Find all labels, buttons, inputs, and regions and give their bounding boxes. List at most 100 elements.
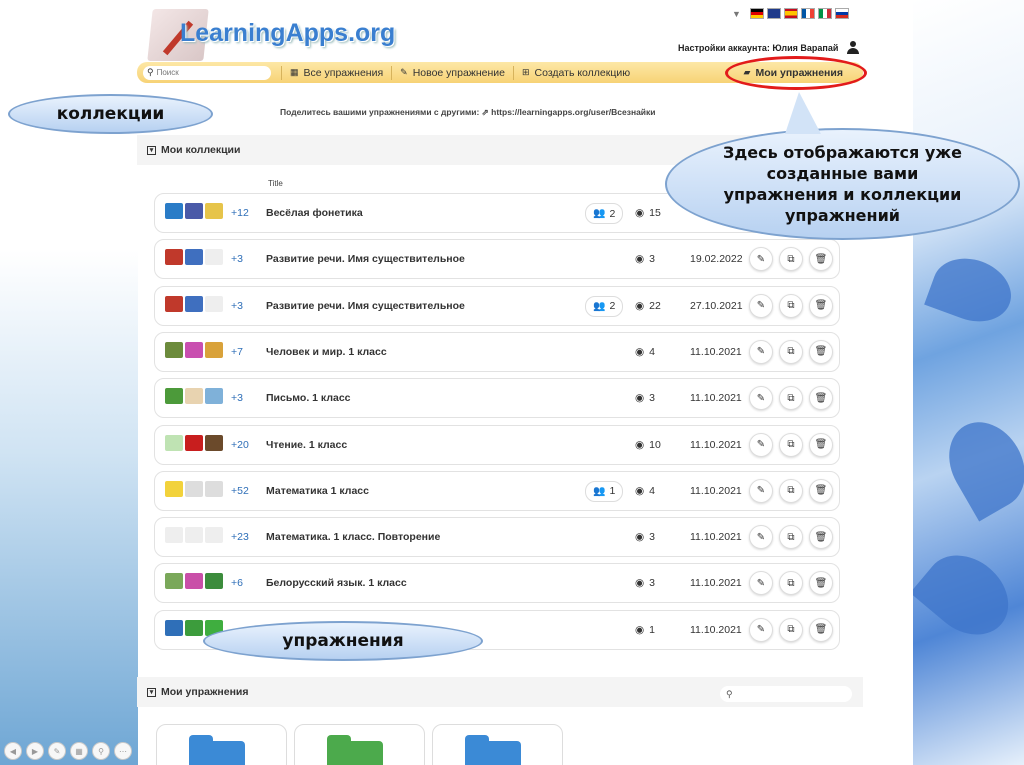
- collection-row[interactable]: +23 Математика. 1 класс. Повторение ◉ 3 1…: [154, 517, 840, 558]
- edit-icon[interactable]: ✎: [749, 478, 773, 503]
- collapse-icon[interactable]: ▾: [147, 687, 156, 697]
- flag-es-icon[interactable]: [783, 8, 798, 19]
- flag-gb-icon[interactable]: [766, 8, 781, 19]
- collection-thumbnail: [185, 341, 203, 358]
- nav-create-collection[interactable]: ⊞ Создать коллекцию: [512, 65, 638, 80]
- delete-icon[interactable]: 🗑: [809, 386, 833, 411]
- collection-thumbnails: [165, 480, 223, 497]
- nav-all-exercises[interactable]: ▦ Все упражнения: [281, 65, 391, 80]
- views-counter: ◉ 1: [635, 624, 675, 636]
- edit-icon[interactable]: ✎: [749, 339, 773, 364]
- delete-icon[interactable]: 🗑: [809, 478, 833, 503]
- collection-thumbnail: [185, 619, 203, 636]
- delete-icon[interactable]: 🗑: [809, 525, 833, 550]
- logo[interactable]: LearningApps.org: [147, 5, 398, 63]
- chevron-down-icon[interactable]: ▼: [732, 9, 741, 19]
- account-settings[interactable]: Настройки аккаунта: Юлия Варапай: [678, 41, 860, 55]
- delete-icon[interactable]: 🗑: [809, 571, 833, 596]
- flag-ru-icon[interactable]: [834, 8, 849, 19]
- collection-title[interactable]: Чтение. 1 класс: [266, 439, 347, 451]
- delete-icon[interactable]: 🗑: [809, 339, 833, 364]
- collection-thumbnail: [205, 249, 223, 266]
- views-count: 4: [649, 345, 656, 358]
- collection-row[interactable]: +20 Чтение. 1 класс ◉ 10 11.10.2021 ✎ ⧉ 🗑: [154, 424, 840, 465]
- collection-thumbnail: [165, 434, 183, 451]
- collection-extra-count: +23: [231, 531, 249, 544]
- exercises-section-title: Мои упражнения: [161, 686, 249, 698]
- collection-date: 19.02.2022: [690, 253, 743, 266]
- flag-it-icon[interactable]: [817, 8, 832, 19]
- edit-icon[interactable]: ✎: [749, 386, 773, 411]
- copy-icon[interactable]: ⧉: [779, 293, 803, 318]
- search-input[interactable]: ⚲ Поиск: [143, 65, 271, 80]
- views-counter: ◉ 3: [635, 577, 675, 589]
- collection-row[interactable]: +3 Письмо. 1 класс ◉ 3 11.10.2021 ✎ ⧉ 🗑: [154, 378, 840, 419]
- collection-title[interactable]: Весёлая фонетика: [266, 207, 363, 219]
- collection-title[interactable]: Развитие речи. Имя существительное: [266, 300, 465, 312]
- delete-icon[interactable]: 🗑: [809, 617, 833, 642]
- flag-de-icon[interactable]: [749, 8, 764, 19]
- collection-title[interactable]: Белорусский язык. 1 класс: [266, 577, 407, 589]
- shared-users-badge[interactable]: 👥 2: [585, 203, 624, 224]
- grid-icon[interactable]: ▦: [70, 742, 88, 760]
- collection-title[interactable]: Математика. 1 класс. Повторение: [266, 531, 440, 543]
- collection-title[interactable]: Математика 1 класс: [266, 485, 369, 497]
- collection-row[interactable]: +52 Математика 1 класс 👥 1 ◉ 4 11.10.2021 …: [154, 470, 840, 511]
- edit-icon[interactable]: ✎: [749, 571, 773, 596]
- shared-users-badge[interactable]: 👥 1: [585, 480, 624, 502]
- collection-date: 11.10.2021: [690, 484, 742, 497]
- shared-users-badge[interactable]: 👥 2: [585, 295, 624, 317]
- edit-icon[interactable]: ✎: [749, 293, 773, 318]
- collection-thumbnail: [165, 341, 183, 358]
- account-label[interactable]: Настройки аккаунта: Юлия Варапай: [678, 43, 838, 53]
- copy-icon[interactable]: ⧉: [779, 247, 803, 272]
- row-actions: ✎ ⧉ 🗑: [749, 432, 833, 457]
- user-icon[interactable]: [846, 41, 860, 55]
- callout-collections-text: коллекции: [56, 104, 165, 124]
- copy-icon[interactable]: ⧉: [779, 478, 803, 503]
- views-count: 3: [649, 531, 656, 544]
- language-selector[interactable]: ▼: [732, 8, 849, 19]
- delete-icon[interactable]: 🗑: [809, 432, 833, 457]
- collection-row[interactable]: +3 Развитие речи. Имя существительное ◉ 3…: [154, 239, 840, 280]
- edit-icon[interactable]: ✎: [749, 432, 773, 457]
- collapse-icon[interactable]: ▾: [147, 145, 156, 155]
- copy-icon[interactable]: ⧉: [779, 571, 803, 596]
- copy-icon[interactable]: ⧉: [779, 386, 803, 411]
- collection-title[interactable]: Письмо. 1 класс: [266, 392, 351, 404]
- search-icon: ⚲: [147, 67, 154, 77]
- flag-fr-icon[interactable]: [800, 8, 815, 19]
- row-actions: ✎ ⧉ 🗑: [749, 339, 833, 364]
- collection-title[interactable]: Человек и мир. 1 класс: [266, 346, 387, 358]
- zoom-icon[interactable]: ⚲: [92, 742, 110, 760]
- collection-thumbnail: [165, 388, 183, 405]
- nav-new-exercise[interactable]: ✎ Новое упражнение: [391, 65, 513, 80]
- collection-date: 27.10.2021: [690, 299, 743, 312]
- collection-title[interactable]: Развитие речи. Имя существительное: [266, 253, 465, 265]
- collection-row[interactable]: +6 Белорусский язык. 1 класс ◉ 3 11.10.20…: [154, 563, 840, 604]
- prev-icon[interactable]: ◀: [4, 742, 22, 760]
- more-icon[interactable]: ⋯: [114, 742, 132, 760]
- collection-thumbnail: [185, 388, 203, 405]
- copy-icon[interactable]: ⧉: [779, 525, 803, 550]
- exercise-folder-card[interactable]: [156, 724, 287, 765]
- users-icon: 👥: [593, 300, 606, 312]
- collection-extra-count: +12: [231, 207, 249, 219]
- edit-icon[interactable]: ✎: [749, 525, 773, 550]
- copy-icon[interactable]: ⧉: [779, 339, 803, 364]
- exercise-folder-card[interactable]: [294, 724, 425, 765]
- pen-icon[interactable]: ✎: [48, 742, 66, 760]
- folder-icon: [327, 735, 383, 765]
- edit-icon[interactable]: ✎: [749, 247, 773, 272]
- exercises-search-input[interactable]: ⚲: [720, 686, 852, 702]
- next-icon[interactable]: ▶: [26, 742, 44, 760]
- row-actions: ✎ ⧉ 🗑: [749, 617, 833, 642]
- collection-row[interactable]: +7 Человек и мир. 1 класс ◉ 4 11.10.2021 …: [154, 331, 840, 372]
- exercise-folder-card[interactable]: [432, 724, 563, 765]
- edit-icon[interactable]: ✎: [749, 617, 773, 642]
- delete-icon[interactable]: 🗑: [809, 247, 833, 272]
- collection-row[interactable]: +3 Развитие речи. Имя существительное 👥 2…: [154, 285, 840, 326]
- delete-icon[interactable]: 🗑: [809, 293, 833, 318]
- copy-icon[interactable]: ⧉: [779, 617, 803, 642]
- copy-icon[interactable]: ⧉: [779, 432, 803, 457]
